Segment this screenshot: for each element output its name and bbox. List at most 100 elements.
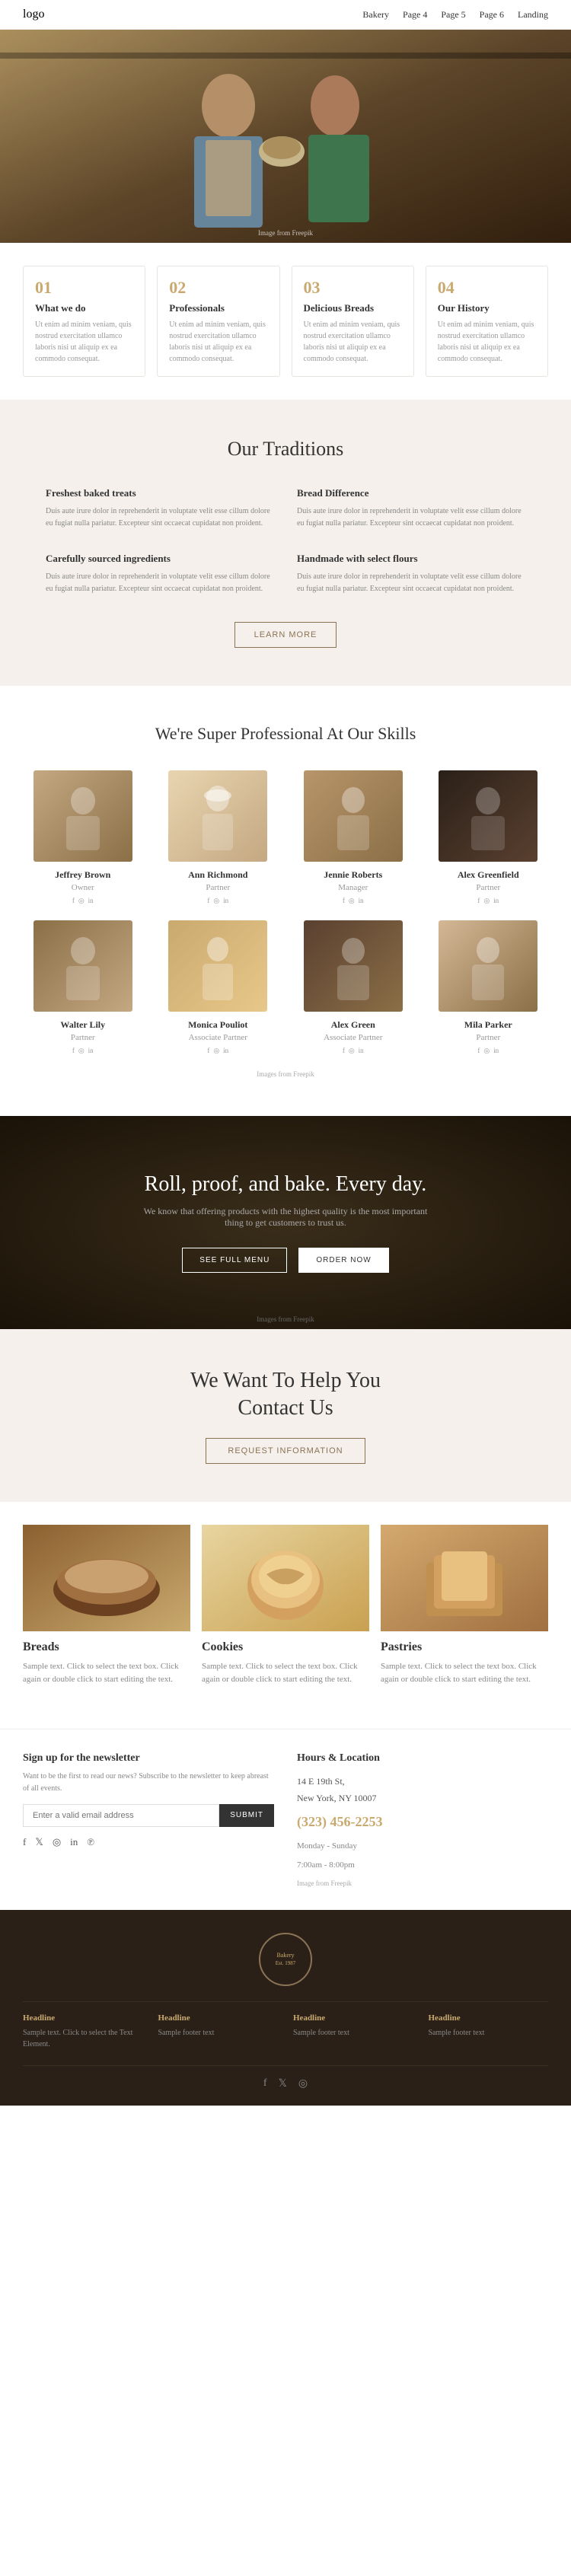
footer-col-2: Headline Sample footer text: [158, 2013, 279, 2050]
dark-buttons: SEE FULL MENU ORDER NOW: [182, 1248, 388, 1273]
hero-image: [0, 30, 571, 243]
dark-content: Roll, proof, and bake. Every day. We kno…: [133, 1172, 438, 1273]
footer-social: f 𝕏 ◎: [23, 2077, 548, 2090]
email-form: SUBMIT: [23, 1804, 274, 1827]
team-name-2: Ann Richmond: [158, 869, 279, 881]
card-4: 04 Our History Ut enim ad minim veniam, …: [426, 266, 548, 377]
team-role-7: Associate Partner: [293, 1033, 413, 1042]
tradition-3-text: Duis aute irure dolor in reprehenderit i…: [46, 571, 274, 595]
linkedin-icon[interactable]: in: [223, 1047, 228, 1055]
team-name-1: Jeffrey Brown: [23, 869, 143, 881]
tradition-3: Carefully sourced ingredients Duis aute …: [46, 553, 274, 595]
linkedin-icon[interactable]: in: [88, 1047, 94, 1055]
card-3: 03 Delicious Breads Ut enim ad minim ven…: [292, 266, 414, 377]
team-grid-row1: Jeffrey Brown Owner f ◎ in Ann Richmond …: [23, 770, 548, 905]
facebook-icon[interactable]: f: [477, 1047, 480, 1055]
instagram-icon[interactable]: ◎: [78, 897, 85, 905]
instagram-icon[interactable]: ◎: [483, 897, 490, 905]
card-1: 01 What we do Ut enim ad minim veniam, q…: [23, 266, 145, 377]
tradition-3-title: Carefully sourced ingredients: [46, 553, 274, 565]
instagram-icon[interactable]: ◎: [213, 897, 219, 905]
product-text-breads: Sample text. Click to select the text bo…: [23, 1660, 190, 1687]
team-name-4: Alex Greenfield: [429, 869, 549, 881]
facebook-icon[interactable]: f: [72, 897, 75, 905]
instagram-icon[interactable]: ◎: [349, 897, 355, 905]
request-information-button[interactable]: REQUEST INFORMATION: [206, 1438, 365, 1464]
linkedin-icon[interactable]: in: [223, 897, 228, 905]
team-social-7: f ◎ in: [293, 1047, 413, 1055]
twitter-social-icon[interactable]: 𝕏: [35, 1836, 43, 1848]
newsletter-title: Sign up for the newsletter: [23, 1752, 274, 1765]
team-role-2: Partner: [158, 883, 279, 892]
social-icons: f 𝕏 ◎ in ℗: [23, 1836, 274, 1848]
nav-page5[interactable]: Page 5: [441, 9, 465, 21]
team-member-3: Jennie Roberts Manager f ◎ in: [293, 770, 413, 905]
dark-section: Roll, proof, and bake. Every day. We kno…: [0, 1116, 571, 1329]
product-image-cookies: [202, 1525, 369, 1631]
footer-logo: Bakery Est. 1987: [23, 1933, 548, 1986]
instagram-icon[interactable]: ◎: [483, 1047, 490, 1055]
footer: Bakery Est. 1987 Headline Sample text. C…: [0, 1910, 571, 2106]
person-silhouette-7: [330, 932, 376, 1000]
pinterest-social-icon[interactable]: ℗: [87, 1836, 94, 1848]
linkedin-icon[interactable]: in: [493, 897, 499, 905]
facebook-icon[interactable]: f: [343, 1047, 345, 1055]
footer-col-3-title: Headline: [293, 2013, 413, 2023]
linkedin-icon[interactable]: in: [493, 1047, 499, 1055]
see-full-menu-button[interactable]: SEE FULL MENU: [182, 1248, 287, 1273]
footer-col-1: Headline Sample text. Click to select th…: [23, 2013, 143, 2050]
instagram-social-icon[interactable]: ◎: [53, 1836, 61, 1848]
team-avatar-2: [168, 770, 267, 862]
facebook-icon[interactable]: f: [72, 1047, 75, 1055]
linkedin-icon[interactable]: in: [359, 897, 364, 905]
footer-twitter-icon[interactable]: 𝕏: [279, 2077, 287, 2090]
team-member-5: Walter Lily Partner f ◎ in: [23, 920, 143, 1055]
team-avatar-7: [304, 920, 403, 1012]
instagram-icon[interactable]: ◎: [78, 1047, 85, 1055]
nav-bakery[interactable]: Bakery: [362, 9, 389, 21]
facebook-icon[interactable]: f: [207, 1047, 209, 1055]
footer-col-1-text: Sample text. Click to select the Text El…: [23, 2027, 143, 2050]
linkedin-icon[interactable]: in: [359, 1047, 364, 1055]
team-role-8: Partner: [429, 1033, 549, 1042]
instagram-icon[interactable]: ◎: [349, 1047, 355, 1055]
facebook-icon[interactable]: f: [207, 897, 209, 905]
email-input[interactable]: [23, 1804, 219, 1827]
team-name-3: Jennie Roberts: [293, 869, 413, 881]
facebook-social-icon[interactable]: f: [23, 1836, 26, 1848]
submit-button[interactable]: SUBMIT: [219, 1804, 274, 1827]
team-role-3: Manager: [293, 883, 413, 892]
footer-instagram-icon[interactable]: ◎: [298, 2077, 308, 2090]
order-now-button[interactable]: ORDER NOW: [298, 1248, 388, 1273]
facebook-icon[interactable]: f: [343, 897, 345, 905]
nav-page6[interactable]: Page 6: [480, 9, 504, 21]
card-1-text: Ut enim ad minim veniam, quis nostrud ex…: [35, 319, 133, 365]
instagram-icon[interactable]: ◎: [213, 1047, 219, 1055]
nav-page4[interactable]: Page 4: [403, 9, 427, 21]
dark-text: We know that offering products with the …: [133, 1206, 438, 1229]
newsletter-text: Want to be the first to read our news? S…: [23, 1771, 274, 1795]
cards-section: 01 What we do Ut enim ad minim veniam, q…: [0, 243, 571, 400]
linkedin-icon[interactable]: in: [88, 897, 94, 905]
newsletter-section: Sign up for the newsletter Want to be th…: [23, 1752, 274, 1887]
learn-more-button[interactable]: LEARN MORE: [234, 622, 337, 648]
cookies-illustration: [202, 1525, 369, 1631]
team-member-6: Monica Pouliot Associate Partner f ◎ in: [158, 920, 279, 1055]
product-text-cookies: Sample text. Click to select the text bo…: [202, 1660, 369, 1687]
footer-facebook-icon[interactable]: f: [263, 2077, 267, 2090]
team-social-3: f ◎ in: [293, 897, 413, 905]
team-name-7: Alex Green: [293, 1019, 413, 1031]
team-avatar-8: [439, 920, 538, 1012]
team-section: We're Super Professional At Our Skills J…: [0, 686, 571, 1116]
nav-landing[interactable]: Landing: [518, 9, 548, 21]
product-text-pastries: Sample text. Click to select the text bo…: [381, 1660, 548, 1687]
team-member-8: Mila Parker Partner f ◎ in: [429, 920, 549, 1055]
hours-caption: Image from Freepik: [297, 1879, 548, 1887]
linkedin-social-icon[interactable]: in: [70, 1836, 78, 1848]
hours-title: Hours & Location: [297, 1752, 548, 1765]
person-silhouette-6: [195, 932, 241, 1000]
pastries-illustration: [381, 1525, 548, 1631]
product-item-pastries: Pastries Sample text. Click to select th…: [381, 1525, 548, 1687]
facebook-icon[interactable]: f: [477, 897, 480, 905]
traditions-title: Our Traditions: [46, 438, 525, 461]
